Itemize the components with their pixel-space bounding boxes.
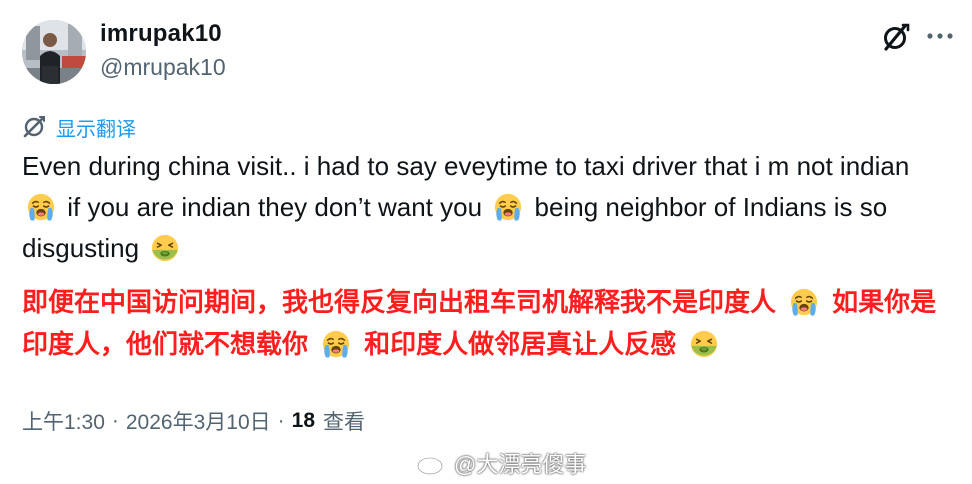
views-label: 查看 (323, 411, 365, 434)
post-time[interactable]: 上午1:30 (22, 406, 105, 436)
more-options-icon[interactable] (925, 22, 955, 52)
post-date[interactable]: 2026年3月10日 (126, 406, 271, 436)
loudly-crying-face-icon (789, 287, 819, 317)
watermark: @大漂亮傻事 (416, 448, 586, 478)
author-display-name[interactable]: imrupak10 (100, 20, 222, 48)
post-meta: 上午1:30 · 2026年3月10日 · 18 查看 (22, 406, 365, 436)
post-text-cn-part3: 和印度人做邻居真让人反感 (364, 330, 677, 360)
loudly-crying-face-icon (321, 329, 351, 359)
watermark-text: @大漂亮傻事 (454, 452, 587, 477)
nauseated-face-icon (689, 329, 719, 359)
views-count: 18 (291, 409, 315, 432)
post-text-en-part2: if you are indian they don’t want you (67, 192, 483, 222)
post-text-chinese-overlay: 即便在中国访问期间，我也得反复向出租车司机解释我不是印度人 如果你是印度人，他们… (22, 282, 962, 366)
weibo-logo-icon (416, 450, 450, 476)
post-text-english: Even during china visit.. i had to say e… (22, 146, 952, 269)
author-avatar[interactable] (22, 20, 86, 84)
meta-separator: · (111, 409, 119, 432)
translate-icon (22, 115, 46, 139)
grok-icon[interactable] (880, 22, 910, 52)
meta-separator: · (277, 409, 285, 432)
loudly-crying-face-icon (26, 192, 56, 222)
loudly-crying-face-icon (493, 192, 523, 222)
translate-label: 显示翻译 (56, 118, 136, 141)
post-text-en-part1: Even during china visit.. i had to say e… (22, 151, 910, 181)
show-translation-button[interactable]: 显示翻译 (22, 114, 136, 141)
author-handle[interactable]: @mrupak10 (100, 54, 226, 81)
nauseated-face-icon (150, 233, 180, 263)
avatar-photo (22, 20, 86, 84)
post-text-cn-part1: 即便在中国访问期间，我也得反复向出租车司机解释我不是印度人 (22, 288, 777, 318)
